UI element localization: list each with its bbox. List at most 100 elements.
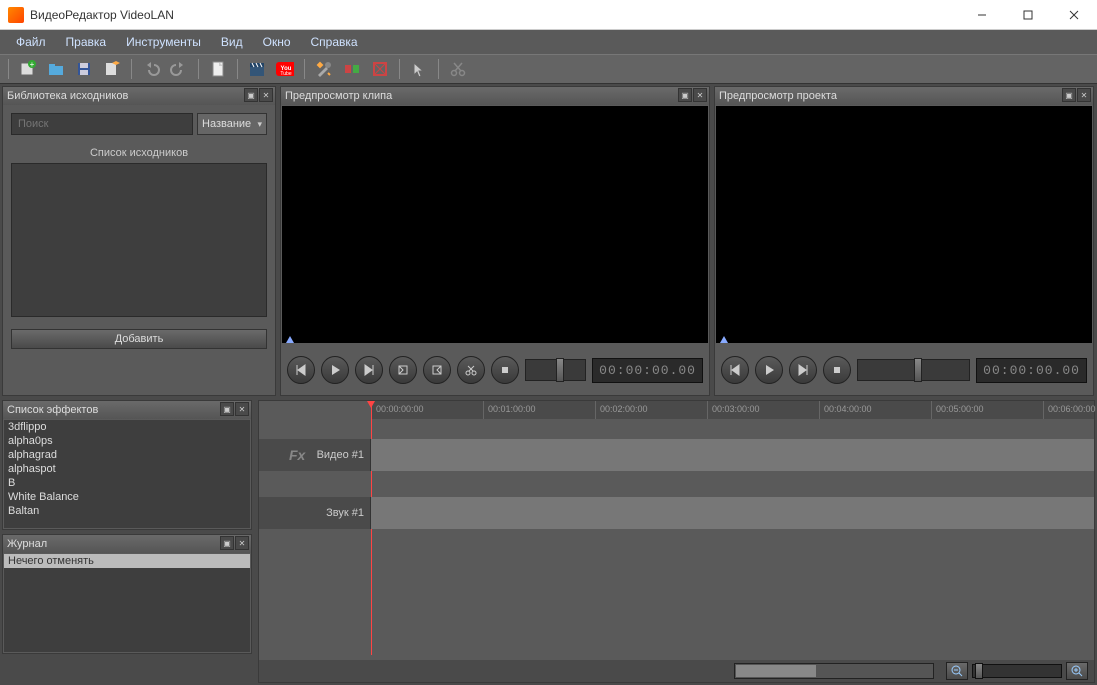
timeline-ruler[interactable]: 00:00:00:00 00:01:00:00 00:02:00:00 00:0… [371,401,1094,419]
settings-wrench-button[interactable] [311,57,337,81]
audio-track-header[interactable]: Звук #1 [259,497,371,529]
clip-prev-frame-button[interactable] [287,356,315,384]
menu-file[interactable]: Файл [6,32,56,52]
journal-detach-button[interactable]: ▣ [220,536,234,550]
svg-text:Tube: Tube [280,71,291,76]
timeline-tick: 00:01:00:00 [483,401,595,419]
journal-item[interactable]: Нечего отменять [4,554,250,568]
clip-next-frame-button[interactable] [355,356,383,384]
youtube-button[interactable]: YouTube [272,57,298,81]
effect-item[interactable]: White Balance [4,490,250,504]
clip-preview-title: Предпросмотр клипа [285,90,392,102]
project-stop-button[interactable] [823,356,851,384]
project-next-frame-button[interactable] [789,356,817,384]
toolbar: + YouTube [0,54,1097,84]
maximize-button[interactable] [1005,0,1051,30]
library-header[interactable]: Библиотека исходников ▣✕ [3,87,275,105]
video-track: Fx Видео #1 [259,439,1094,471]
timeline-tick: 00:04:00:00 [819,401,931,419]
clip-volume-slider[interactable] [525,359,586,381]
crop-button[interactable] [367,57,393,81]
effects-detach-button[interactable]: ▣ [220,402,234,416]
effect-item[interactable]: alphagrad [4,448,250,462]
timeline-hscroll[interactable] [734,663,934,679]
page-button[interactable] [205,57,231,81]
new-project-button[interactable]: + [15,57,41,81]
audio-track: Звук #1 [259,497,1094,529]
menu-edit[interactable]: Правка [56,32,117,52]
library-title: Библиотека исходников [7,90,128,102]
effect-item[interactable]: B [4,476,250,490]
library-panel: Библиотека исходников ▣✕ Название Список… [2,86,276,396]
menu-window[interactable]: Окно [253,32,301,52]
project-prev-frame-button[interactable] [721,356,749,384]
library-search-input[interactable] [11,113,193,135]
video-track-header[interactable]: Fx Видео #1 [259,439,371,471]
project-volume-slider[interactable] [857,359,970,381]
project-preview-panel: Предпросмотр проекта ▣✕ 00:00:00.00 [714,86,1094,396]
video-track-label: Видео #1 [317,449,364,461]
timeline-tick: 00:02:00:00 [595,401,707,419]
zoom-in-button[interactable] [1066,662,1088,680]
video-track-lane[interactable] [371,439,1094,471]
journal-close-button[interactable]: ✕ [235,536,249,550]
journal-list[interactable]: Нечего отменять [4,554,250,652]
effect-item[interactable]: 3dflippo [4,420,250,434]
transition-button[interactable] [339,57,365,81]
project-preview-close-button[interactable]: ✕ [1077,88,1091,102]
menu-help[interactable]: Справка [301,32,368,52]
project-preview-detach-button[interactable]: ▣ [1062,88,1076,102]
clip-cut-button[interactable] [457,356,485,384]
zoom-out-button[interactable] [946,662,968,680]
clip-preview-close-button[interactable]: ✕ [693,88,707,102]
redo-button[interactable] [166,57,192,81]
clip-mark-in-button[interactable] [389,356,417,384]
library-close-button[interactable]: ✕ [259,88,273,102]
timeline-tick: 00:06:00:00 [1043,401,1097,419]
zoom-slider[interactable] [972,664,1062,678]
effect-item[interactable]: Baltan [4,504,250,518]
clip-preview-viewport[interactable] [282,106,708,343]
clip-mark-out-button[interactable] [423,356,451,384]
clip-preview-detach-button[interactable]: ▣ [678,88,692,102]
effects-panel: Список эффектов ▣✕ 3dflippo alpha0ps alp… [2,400,252,530]
open-button[interactable] [43,57,69,81]
clip-play-button[interactable] [321,356,349,384]
menu-view[interactable]: Вид [211,32,253,52]
titlebar: ВидеоРедактор VideoLAN [0,0,1097,30]
effects-title: Список эффектов [7,404,98,416]
journal-header[interactable]: Журнал ▣✕ [3,535,251,553]
timeline-tick: 00:05:00:00 [931,401,1043,419]
library-add-button[interactable]: Добавить [11,329,267,349]
timeline-panel: 00:00:00:00 00:01:00:00 00:02:00:00 00:0… [258,400,1095,683]
effects-close-button[interactable]: ✕ [235,402,249,416]
audio-track-lane[interactable] [371,497,1094,529]
cursor-button[interactable] [406,57,432,81]
minimize-button[interactable] [959,0,1005,30]
clip-stop-button[interactable] [491,356,519,384]
project-play-button[interactable] [755,356,783,384]
effect-item[interactable]: alpha0ps [4,434,250,448]
clapperboard-button[interactable] [244,57,270,81]
project-timecode: 00:00:00.00 [976,358,1087,383]
audio-track-label: Звук #1 [326,507,364,519]
library-list-label: Список исходников [11,147,267,159]
undo-button[interactable] [138,57,164,81]
menu-tools[interactable]: Инструменты [116,32,211,52]
effect-item[interactable]: alphaspot [4,462,250,476]
close-button[interactable] [1051,0,1097,30]
project-preview-header[interactable]: Предпросмотр проекта ▣✕ [715,87,1093,105]
clip-preview-header[interactable]: Предпросмотр клипа ▣✕ [281,87,709,105]
save-button[interactable] [71,57,97,81]
effects-header[interactable]: Список эффектов ▣✕ [3,401,251,419]
effects-list[interactable]: 3dflippo alpha0ps alphagrad alphaspot B … [4,420,250,528]
cut-button[interactable] [445,57,471,81]
clip-preview-panel: Предпросмотр клипа ▣✕ 00:00:00.00 [280,86,710,396]
library-list[interactable] [11,163,267,317]
library-sort-select[interactable]: Название [197,113,267,135]
import-button[interactable] [99,57,125,81]
library-detach-button[interactable]: ▣ [244,88,258,102]
project-preview-viewport[interactable] [716,106,1092,343]
journal-panel: Журнал ▣✕ Нечего отменять [2,534,252,654]
journal-title: Журнал [7,538,47,550]
